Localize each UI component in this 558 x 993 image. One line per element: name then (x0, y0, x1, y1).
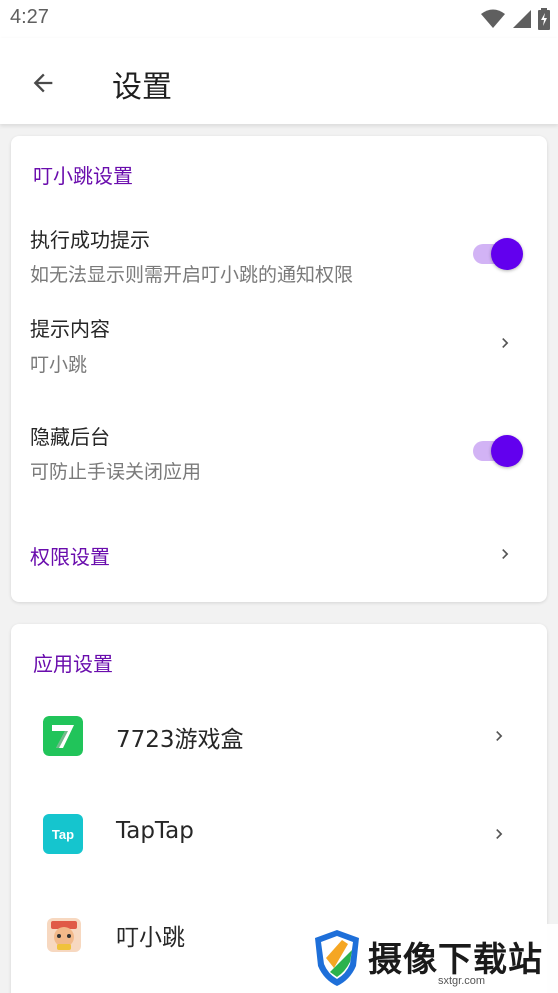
watermark: 摄像下载站 sxtgr.com (308, 924, 558, 993)
arrow-back-icon (33, 73, 53, 93)
permission-settings-row[interactable]: 权限设置 (11, 532, 547, 582)
watermark-url: sxtgr.com (438, 975, 486, 987)
hint-content-row[interactable]: 提示内容 叮小跳 (11, 308, 547, 384)
status-icons (480, 8, 550, 30)
app-name-taptap: TapTap (116, 818, 194, 844)
success-hint-title: 执行成功提示 (30, 228, 150, 252)
watermark-text: 摄像下载站 (368, 940, 543, 980)
chevron-right-icon (489, 824, 509, 844)
hide-background-subtitle: 可防止手误关闭应用 (30, 461, 202, 483)
hint-content-subtitle: 叮小跳 (30, 354, 88, 376)
wifi-icon (481, 9, 505, 28)
status-bar: 4:27 (0, 0, 558, 38)
back-button[interactable] (20, 60, 66, 106)
app-row-taptap[interactable]: Tap TapTap (11, 784, 547, 884)
hide-background-toggle[interactable] (471, 435, 523, 467)
7723-app-icon (43, 716, 83, 756)
chevron-right-icon (495, 544, 515, 564)
app-bar: 设置 (0, 38, 558, 124)
dingxiaotiao-settings-card: 叮小跳设置 执行成功提示 如无法显示则需开启叮小跳的通知权限 提示内容 叮小跳 … (11, 136, 547, 602)
battery-icon (538, 8, 550, 30)
chevron-right-icon (495, 333, 515, 353)
cell-signal-icon (513, 10, 531, 28)
page-title: 设置 (112, 70, 172, 105)
toggle-thumb (491, 238, 523, 270)
hint-content-title: 提示内容 (30, 317, 110, 341)
success-hint-toggle[interactable] (471, 238, 523, 270)
chevron-right-icon (489, 726, 509, 746)
toggle-thumb (491, 435, 523, 467)
permission-settings-label: 权限设置 (30, 545, 110, 569)
taptap-icon-text: Tap (51, 826, 75, 842)
app-row-7723[interactable]: 7723游戏盒 (11, 686, 547, 786)
app-name-7723: 7723游戏盒 (116, 727, 244, 753)
status-time: 4:27 (10, 6, 49, 28)
dingxiaotiao-app-icon (47, 918, 81, 952)
taptap-app-icon: Tap (43, 814, 83, 854)
hide-background-row[interactable]: 隐藏后台 可防止手误关闭应用 (11, 416, 547, 492)
success-hint-subtitle: 如无法显示则需开启叮小跳的通知权限 (30, 264, 354, 286)
app-name-dingxiaotiao: 叮小跳 (116, 925, 185, 951)
hide-background-title: 隐藏后台 (30, 425, 110, 449)
success-hint-row[interactable]: 执行成功提示 如无法显示则需开启叮小跳的通知权限 (11, 216, 547, 294)
section-title-dingxiaotiao: 叮小跳设置 (33, 164, 133, 188)
shield-logo-icon (315, 930, 359, 986)
section-title-apps: 应用设置 (33, 652, 113, 676)
